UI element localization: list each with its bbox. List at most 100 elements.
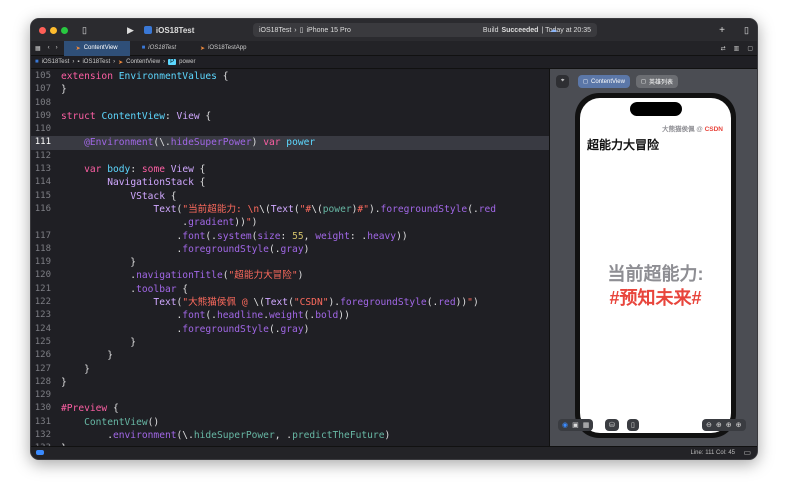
superpower-value: #预知未来#: [609, 288, 702, 308]
zoom-out-icon[interactable]: ⊖: [706, 421, 712, 429]
line-number: 120: [34, 270, 51, 281]
add-icon[interactable]: +: [719, 25, 725, 36]
title-bar: ▯ ▶ iOS18Test iOS18Test › ▯ iPhone 15 Pro …: [31, 19, 757, 41]
live-mode-icon[interactable]: ◉: [562, 421, 568, 429]
code-line[interactable]: 111 @Environment (\. hideSuperPower) var p…: [31, 136, 549, 150]
preview-tab-contentview[interactable]: ◻ ContentView: [578, 75, 630, 88]
breadcrumb-item[interactable]: ContentView: [126, 59, 160, 65]
code-line[interactable]: 126 }: [31, 349, 549, 362]
code-token: .: [61, 283, 137, 295]
code-line[interactable]: 130 #Preview {: [31, 402, 549, 415]
zoom-actual-icon[interactable]: ⊕: [736, 421, 742, 429]
run-icon[interactable]: ▶: [127, 25, 134, 36]
code-token: some: [141, 164, 171, 176]
line-number: 111: [34, 137, 51, 148]
code-line[interactable]: 122 Text("大熊猫侯佩 @ \(Text("CSDN"). foregro…: [31, 296, 549, 309]
device-settings-icon[interactable]: ⛁: [605, 419, 619, 431]
grid-icon[interactable]: ▦: [31, 45, 45, 52]
close-button[interactable]: [39, 26, 46, 34]
zoom-button[interactable]: [61, 26, 68, 34]
preview-tab-hero-list[interactable]: ◻ 英雄列表: [636, 75, 678, 88]
code-token: )): [338, 310, 350, 322]
code-line[interactable]: 110: [31, 123, 549, 136]
device-screen[interactable]: 大熊猫侯佩 @ CSDN 超能力大冒险 当前超能力: #预知未来#: [580, 98, 731, 433]
code-token: "CSDN": [293, 297, 329, 309]
code-token: :: [130, 164, 142, 176]
debug-area-toggle-icon[interactable]: [36, 450, 44, 455]
code-line[interactable]: 117 . font (. system(size: 55, weight: . hea…: [31, 230, 549, 243]
device-icon[interactable]: ▯: [627, 419, 639, 431]
code-line[interactable]: 112: [31, 150, 549, 163]
code-line[interactable]: 124 . foregroundStyle (. gray): [31, 323, 549, 336]
line-number: 125: [34, 336, 51, 347]
code-token: ).: [328, 297, 341, 309]
code-line[interactable]: 127 }: [31, 363, 549, 376]
tab-contentview[interactable]: ➤ ContentView: [63, 40, 130, 56]
line-number: 129: [34, 390, 51, 401]
code-line[interactable]: 118 . foregroundStyle (. gray): [31, 243, 549, 256]
code-editor[interactable]: 105 extension EnvironmentValues {107} 108 1…: [31, 69, 549, 448]
code-token: var: [84, 164, 108, 176]
related-items-icon[interactable]: ⇄: [717, 45, 730, 52]
tab-ios18testapp[interactable]: ➤ iOS18TestApp: [188, 41, 258, 56]
code-token: power: [286, 137, 316, 149]
code-line[interactable]: 119 }: [31, 256, 549, 269]
add-editor-icon[interactable]: ▢: [743, 45, 757, 52]
code-line[interactable]: 116 Text("当前超能力: \n \(Text("# \(power) #").…: [31, 203, 549, 216]
code-token: )): [455, 297, 468, 309]
activity-view: iOS18Test › ▯ iPhone 15 Pro Build Succeede…: [253, 23, 597, 37]
breadcrumb-item[interactable]: power: [179, 59, 195, 65]
selectable-mode-icon[interactable]: ▣: [572, 421, 579, 429]
project-name: iOS18Test: [155, 25, 195, 35]
split-editor-icon[interactable]: ▥: [730, 45, 744, 52]
sidebar-toggle-icon[interactable]: ▯: [82, 25, 87, 36]
line-number: [31, 216, 61, 229]
tab-ios18test[interactable]: ■ iOS18Test: [130, 41, 188, 56]
code-line[interactable]: 121 . toolbar {: [31, 283, 549, 296]
code-line[interactable]: 129: [31, 389, 549, 402]
code-token: #": [357, 203, 369, 215]
code-line[interactable]: 123 . font (. headline. weight (. bold)): [31, 309, 549, 322]
zoom-fit-icon[interactable]: ⊕: [726, 421, 732, 429]
code-line[interactable]: 105 extension EnvironmentValues {: [31, 70, 549, 83]
line-number: 108: [34, 97, 51, 108]
code-line[interactable]: 128}: [31, 376, 549, 389]
line-number: 110: [34, 124, 51, 135]
warning-cloud-icon[interactable]: ☁: [550, 26, 557, 34]
panel-toggle-icon[interactable]: ▭: [743, 448, 751, 457]
code-line[interactable]: . gradient)) "): [31, 216, 549, 229]
forward-icon[interactable]: ›: [53, 45, 64, 51]
inspector-toggle-icon[interactable]: ▯: [744, 25, 749, 36]
breadcrumb-item[interactable]: iOS18Test: [82, 59, 110, 65]
code-line[interactable]: 125 }: [31, 336, 549, 349]
code-token: :: [280, 230, 293, 242]
code-token: var: [263, 137, 287, 149]
code-line[interactable]: 120 . navigationTitle("超能力大冒险"): [31, 269, 549, 282]
device-selector[interactable]: iPhone 15 Pro: [307, 27, 351, 34]
pin-icon[interactable]: ⌖: [556, 75, 570, 88]
preview-mode-toolbar: ◉ ▣ ▦: [558, 419, 594, 431]
code-token: VStack: [130, 190, 165, 202]
back-icon[interactable]: ‹: [45, 45, 53, 51]
code-line[interactable]: 131 ContentView(): [31, 416, 549, 429]
code-token: (.: [426, 297, 439, 309]
code-line[interactable]: 113 var body: some View {: [31, 163, 549, 176]
code-line[interactable]: 107}: [31, 83, 549, 96]
breadcrumb-item[interactable]: iOS18Test: [42, 59, 70, 65]
code-token: heavy: [367, 230, 397, 242]
zoom-in-icon[interactable]: ⊕: [716, 421, 722, 429]
build-label: Build: [482, 26, 499, 34]
code-line[interactable]: 132 . environment (\. hideSuperPower, . pred…: [31, 429, 549, 442]
scheme-selector[interactable]: iOS18Test: [259, 27, 291, 34]
variants-icon[interactable]: ▦: [583, 421, 590, 429]
code-token: }: [61, 363, 90, 375]
code-line[interactable]: 108: [31, 97, 549, 110]
minimize-button[interactable]: [50, 26, 57, 34]
code-line[interactable]: 114 NavigationStack {: [31, 176, 549, 189]
code-line[interactable]: 109 struct ContentView: View {: [31, 110, 549, 123]
code-line[interactable]: 115 VStack {: [31, 190, 549, 203]
code-token: .: [61, 230, 183, 242]
code-token: .: [61, 243, 183, 255]
